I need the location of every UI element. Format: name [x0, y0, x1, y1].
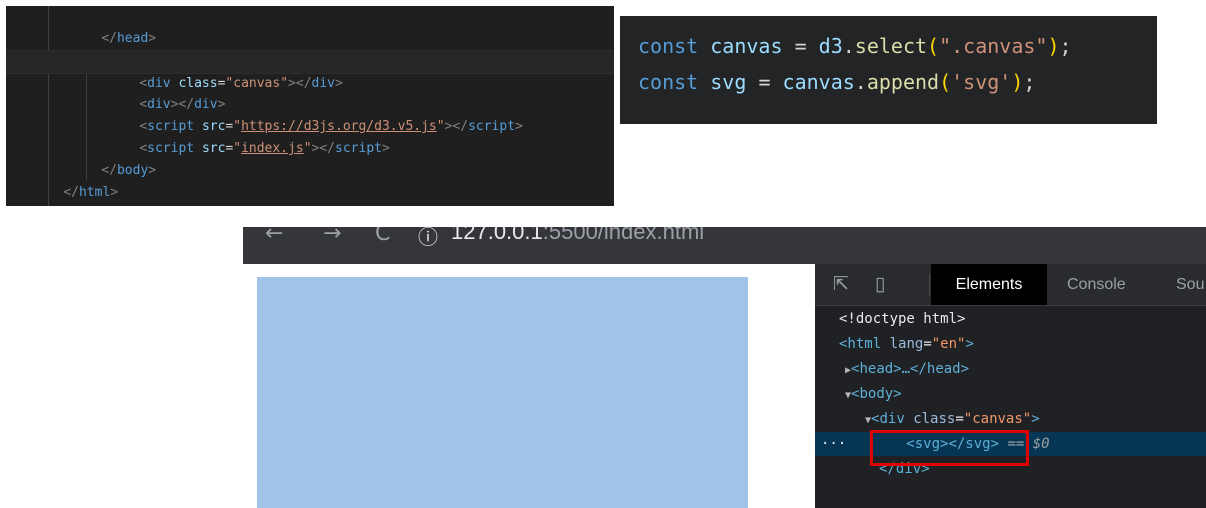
dom-node-html[interactable]: <html lang="en"> [815, 332, 1206, 356]
forward-arrow-icon[interactable]: → [323, 227, 341, 246]
code-line: ∨<body> [6, 28, 614, 68]
code-line: </head> [101, 31, 157, 46]
red-highlight-box [870, 430, 1029, 466]
devtools-tab-bar: ⇱ ▯ Elements Console Sou [815, 264, 1206, 306]
device-toolbar-icon[interactable]: ▯ [875, 273, 885, 296]
browser-toolbar: ← → C ⓘ 127.0.0.1:5500/index.html [243, 227, 1206, 264]
code-line: <script src="index.js"></script> [139, 141, 390, 156]
code-line: </html> [63, 185, 119, 200]
tab-console[interactable]: Console [1067, 264, 1126, 305]
canvas-div-render [257, 277, 748, 508]
tab-sources[interactable]: Sou [1176, 264, 1204, 305]
more-options-icon[interactable]: ··· [821, 436, 846, 452]
info-icon[interactable]: ⓘ [418, 227, 438, 250]
code-line: const svg = canvas.append('svg'); [638, 70, 1036, 94]
back-arrow-icon[interactable]: ← [265, 227, 283, 246]
dom-node-head[interactable]: ▶<head>…</head> [815, 357, 1206, 381]
tab-elements[interactable]: Elements [931, 264, 1047, 305]
address-bar[interactable]: 127.0.0.1:5500/index.html [451, 227, 704, 245]
code-line: </body> [101, 163, 157, 178]
code-line: <div></div> [139, 97, 226, 112]
toolbar-divider [929, 274, 930, 296]
dom-node-body[interactable]: ▼<body> [815, 382, 1206, 406]
code-line: <script src="https://d3js.org/d3.v5.js">… [139, 119, 523, 134]
js-code-panel: const canvas = d3.select(".canvas"); con… [620, 16, 1157, 124]
html-code-editor: </head> ∨<body> <div class="canvas"></di… [6, 6, 614, 206]
code-line-active: <div class="canvas"></div> [6, 50, 614, 91]
reload-icon[interactable]: C [375, 227, 390, 246]
devtools-panel: ⇱ ▯ Elements Console Sou <!doctype html>… [815, 264, 1206, 508]
inspect-element-icon[interactable]: ⇱ [833, 273, 849, 296]
code-line: const canvas = d3.select(".canvas"); [638, 34, 1072, 58]
dom-node-doctype[interactable]: <!doctype html> [815, 307, 1206, 331]
dom-node-div-canvas[interactable]: ▼<div class="canvas"> [815, 407, 1206, 431]
browser-window: ← → C ⓘ 127.0.0.1:5500/index.html ⇱ ▯ El… [243, 227, 1206, 508]
